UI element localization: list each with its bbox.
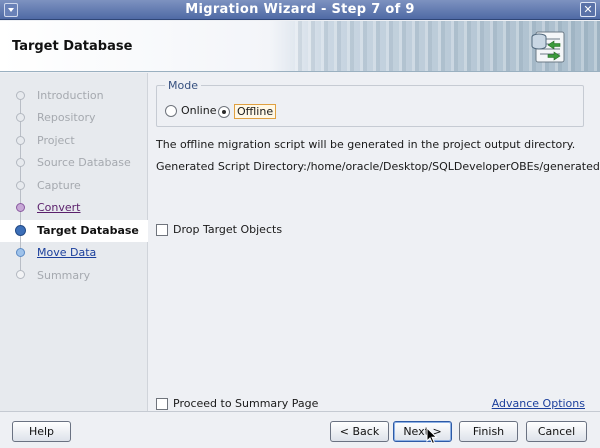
offline-radio[interactable] (218, 105, 230, 118)
step-label: Project (37, 134, 75, 147)
mode-legend: Mode (165, 79, 201, 92)
script-directory-text: Generated Script Directory:/home/oracle/… (156, 160, 600, 173)
step-done-icon (16, 113, 25, 122)
online-option[interactable]: Online (165, 104, 216, 117)
step-next-icon (16, 248, 25, 257)
online-radio[interactable] (165, 104, 177, 117)
step-label: Introduction (37, 89, 104, 102)
content-panel: Mode Online Offline The offline migratio… (149, 73, 600, 411)
proceed-summary-checkbox[interactable] (156, 397, 168, 410)
proceed-summary-label[interactable]: Proceed to Summary Page (173, 397, 318, 410)
online-label[interactable]: Online (181, 104, 216, 117)
window-title: Migration Wizard - Step 7 of 9 (185, 2, 415, 17)
title-bar: Migration Wizard - Step 7 of 9 ✕ (0, 0, 600, 20)
step-done-icon (16, 181, 25, 190)
step-summary-icon (16, 270, 25, 279)
step-label: Capture (37, 179, 81, 192)
cancel-button[interactable]: Cancel (526, 421, 587, 442)
step-done-icon (16, 91, 25, 100)
step-label: Source Database (37, 156, 131, 169)
close-icon[interactable]: ✕ (580, 2, 596, 17)
offline-label[interactable]: Offline (234, 104, 277, 119)
step-current-icon (15, 225, 26, 236)
step-label: Repository (37, 111, 96, 124)
offline-info-text: The offline migration script will be gen… (156, 138, 576, 151)
step-done-icon (16, 158, 25, 167)
button-bar: Help < Back Next > Finish Cancel (0, 411, 600, 448)
step-done-icon (16, 136, 25, 145)
step-label: Target Database (37, 224, 139, 237)
drop-target-checkbox[interactable] (156, 223, 168, 236)
drop-target-label[interactable]: Drop Target Objects (173, 223, 282, 236)
offline-option[interactable]: Offline (218, 104, 277, 119)
next-button[interactable]: Next > (393, 421, 452, 442)
mouse-pointer-icon (426, 427, 438, 445)
step-visited-icon (16, 203, 25, 212)
help-button[interactable]: Help (12, 421, 71, 442)
advance-options-link[interactable]: Advance Options (492, 397, 585, 410)
step-label[interactable]: Move Data (37, 246, 96, 259)
proceed-summary-option[interactable]: Proceed to Summary Page (156, 397, 318, 410)
back-button[interactable]: < Back (330, 421, 389, 442)
mode-group: Mode Online Offline (156, 79, 584, 127)
finish-button[interactable]: Finish (459, 421, 518, 442)
page-title: Target Database (12, 39, 133, 54)
drop-target-objects-option[interactable]: Drop Target Objects (156, 223, 282, 236)
wizard-steps-sidebar: Introduction Repository Project Source D… (0, 73, 148, 411)
step-label[interactable]: Convert (37, 201, 81, 214)
database-migration-icon (531, 31, 565, 63)
page-header: Target Database (0, 21, 600, 72)
step-label: Summary (37, 269, 91, 282)
